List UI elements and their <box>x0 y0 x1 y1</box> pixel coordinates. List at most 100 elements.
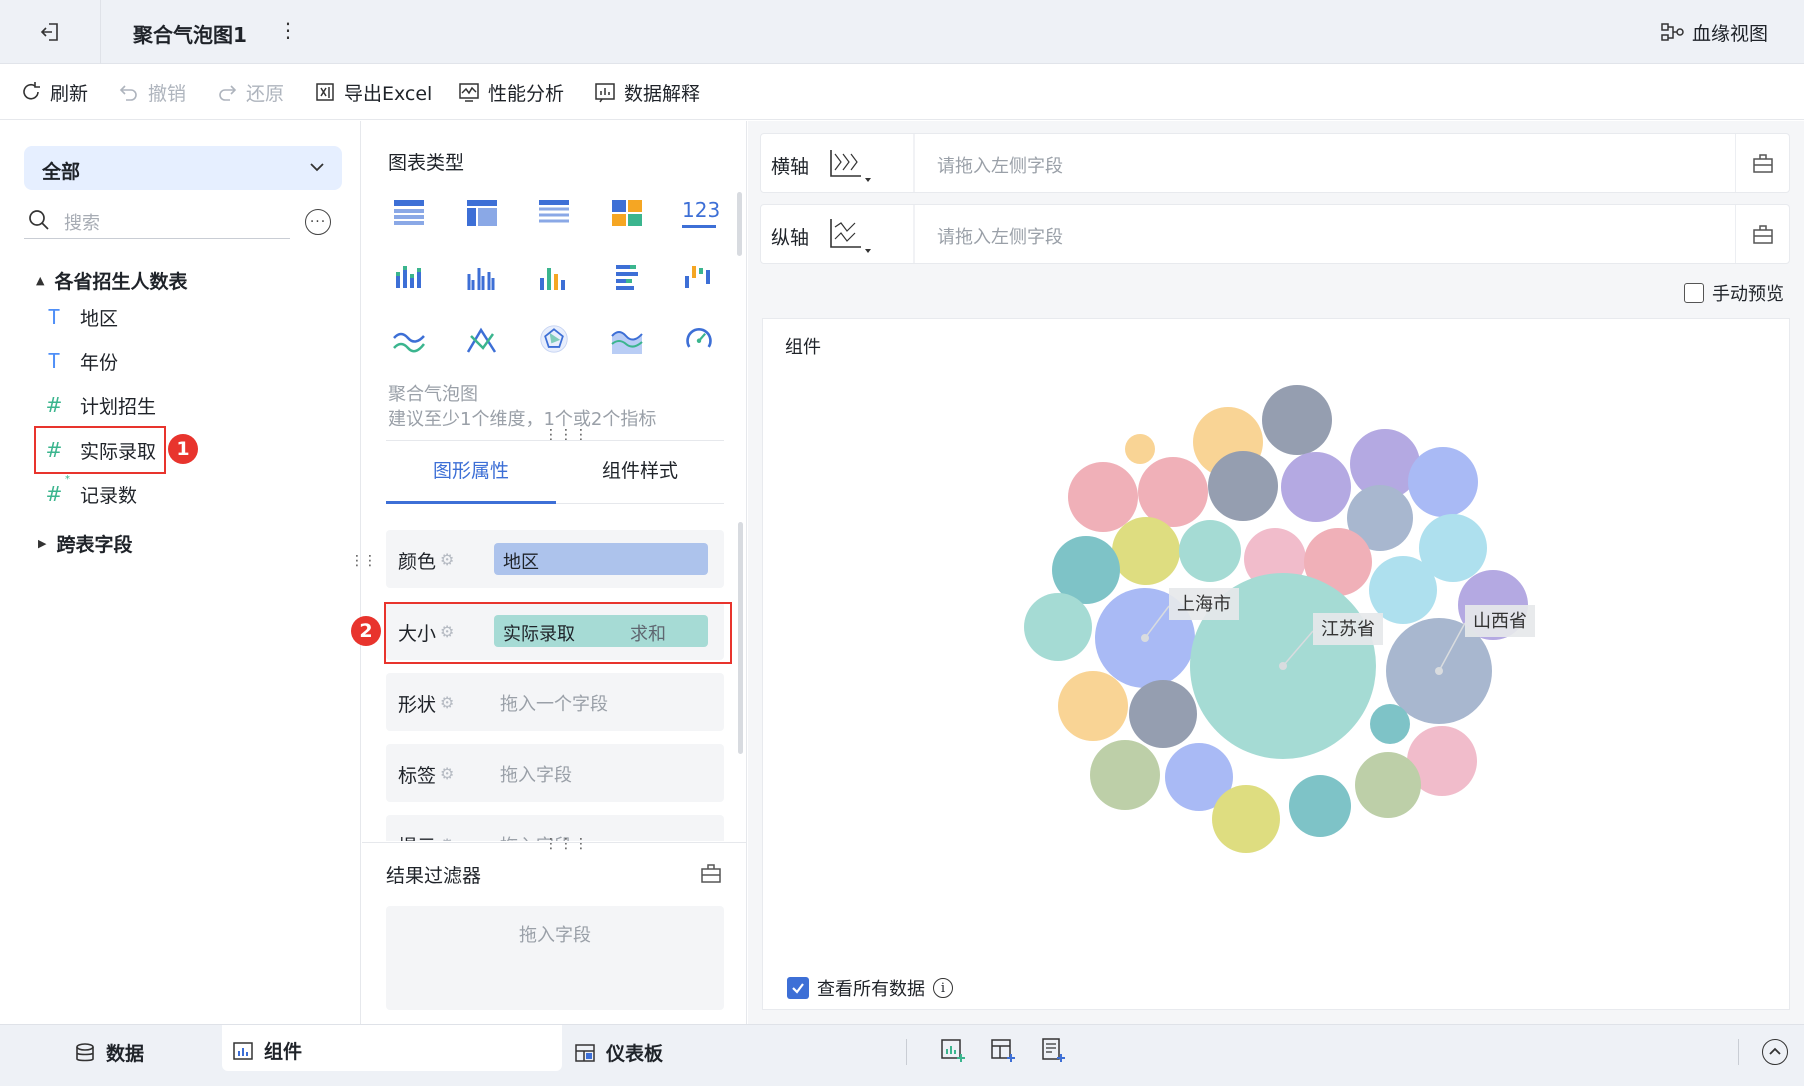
bubble[interactable] <box>1068 462 1138 532</box>
stacked-bar-icon[interactable] <box>392 262 426 292</box>
field-item-planned[interactable]: # 计划招生 <box>44 390 156 420</box>
table-node[interactable]: ▲ 各省招生人数表 <box>36 267 187 294</box>
bubble[interactable] <box>1129 680 1197 748</box>
search-input[interactable]: 搜索 <box>64 209 100 235</box>
chart-name: 聚合气泡图 <box>388 384 478 405</box>
tab-graphic-properties[interactable]: 图形属性 <box>386 456 556 504</box>
table-chart-icon[interactable] <box>392 198 426 228</box>
card-chart-icon[interactable] <box>610 198 644 228</box>
y-axis-label: 纵轴 <box>771 227 810 249</box>
bubble[interactable] <box>1090 740 1160 810</box>
gear-icon[interactable]: ⚙ <box>440 693 454 712</box>
pivot-table-icon[interactable] <box>465 198 499 228</box>
scope-dropdown[interactable]: 全部 <box>24 146 342 190</box>
bubble[interactable] <box>1281 452 1351 522</box>
waterfall-icon[interactable] <box>682 262 716 292</box>
lineage-view-button[interactable]: 血缘视图 <box>1660 18 1768 46</box>
bubble[interactable] <box>1408 447 1478 517</box>
redo-button[interactable]: 还原 <box>216 78 284 106</box>
more-menu-icon[interactable]: ⋮ <box>278 18 298 42</box>
highlight-box-size <box>384 602 732 664</box>
add-dashboard-icon[interactable] <box>990 1037 1016 1063</box>
manual-preview-checkbox[interactable] <box>1684 283 1704 303</box>
gauge-chart-icon[interactable] <box>682 324 716 354</box>
bubble[interactable] <box>1179 520 1241 582</box>
bubble[interactable] <box>1138 457 1208 527</box>
gear-icon[interactable]: ⚙ <box>440 550 454 569</box>
gear-icon[interactable]: ⚙ <box>440 835 454 841</box>
data-explain-button[interactable]: 数据解释 <box>594 78 700 106</box>
y-axis-zone[interactable]: 纵轴 请拖入左侧字段 <box>760 204 1790 264</box>
panel-resize-handle[interactable]: ⋮⋮ <box>350 554 377 568</box>
bottom-tab-dashboard[interactable]: 仪表板 <box>574 1039 663 1066</box>
performance-analysis-button[interactable]: 性能分析 <box>458 78 564 106</box>
tab-label: 组件样式 <box>601 460 678 482</box>
more-options-icon[interactable]: ··· <box>305 209 331 235</box>
bubble[interactable] <box>1208 451 1278 521</box>
export-excel-button[interactable]: 导出Excel <box>314 78 432 106</box>
radar-chart-icon[interactable] <box>537 324 571 354</box>
collapse-up-icon[interactable] <box>1762 1039 1788 1065</box>
excel-icon <box>314 81 336 103</box>
kpi-chart-icon[interactable]: 123 <box>682 198 720 228</box>
bubble[interactable] <box>1024 593 1092 661</box>
search-icon <box>28 209 50 231</box>
x-axis-settings-icon[interactable] <box>1752 152 1774 174</box>
field-search[interactable]: 搜索 <box>24 203 290 239</box>
bubble[interactable] <box>1058 671 1128 741</box>
toolbar: 刷新 撤销 还原 导出Excel 性能分析 数据解释 <box>0 64 1804 120</box>
multi-color-bar-icon[interactable] <box>537 262 571 292</box>
area-chart-icon[interactable] <box>610 326 644 356</box>
prop-color[interactable]: 颜色 ⚙ 地区 <box>386 530 724 588</box>
filter-drop-zone[interactable]: 拖入字段 <box>386 906 724 1010</box>
chart-type-scrollbar[interactable] <box>737 192 742 256</box>
line-chart-icon[interactable] <box>392 326 426 356</box>
prop-label-label: 标签 <box>398 765 437 787</box>
bubble[interactable] <box>1125 434 1155 464</box>
filter-settings-icon[interactable] <box>700 862 722 884</box>
undo-button[interactable]: 撤销 <box>118 78 186 106</box>
refresh-button[interactable]: 刷新 <box>20 78 88 106</box>
y-axis-placeholder: 请拖入左侧字段 <box>937 227 1063 248</box>
view-all-label: 查看所有数据 <box>817 979 925 1000</box>
field-item-year[interactable]: T 年份 <box>44 346 118 376</box>
bottom-tab-data[interactable]: 数据 <box>74 1039 144 1066</box>
view-all-data-toggle[interactable]: 查看所有数据 i <box>787 975 953 1001</box>
horizontal-bar-icon[interactable] <box>610 262 644 292</box>
bubble[interactable] <box>1112 517 1180 585</box>
y-axis-settings-icon[interactable] <box>1752 223 1774 245</box>
bubble-label-text: 上海市 <box>1177 594 1231 615</box>
bottom-tab-component[interactable]: 组件 <box>222 1025 562 1071</box>
bubble[interactable] <box>1355 752 1421 818</box>
view-all-checkbox[interactable] <box>787 977 809 999</box>
prop-label[interactable]: 标签 ⚙ 拖入字段 <box>386 744 724 802</box>
prop-shape[interactable]: 形状 ⚙ 拖入一个字段 <box>386 673 724 731</box>
cross-table-node[interactable]: ▶ 跨表字段 <box>38 530 132 557</box>
gear-icon[interactable]: ⚙ <box>440 764 454 783</box>
x-axis-type-icon[interactable] <box>827 148 871 184</box>
add-report-icon[interactable] <box>1040 1037 1066 1063</box>
bubble[interactable] <box>1370 704 1410 744</box>
add-component-icon[interactable] <box>940 1037 966 1063</box>
page-title: 聚合气泡图1 <box>133 23 247 47</box>
back-icon[interactable] <box>38 20 64 44</box>
x-axis-zone[interactable]: 横轴 请拖入左侧字段 <box>760 133 1790 193</box>
y-axis-type-icon[interactable] <box>827 217 871 255</box>
resize-handle-filter[interactable]: ⋮⋮⋮ <box>544 836 589 852</box>
color-field-pill[interactable]: 地区 <box>494 543 708 575</box>
radar-line-icon[interactable] <box>465 326 499 356</box>
caret-down-icon: ▲ <box>36 274 45 287</box>
manual-preview-toggle[interactable]: 手动预览 <box>1684 280 1784 306</box>
field-item-record-count[interactable]: # * 记录数 <box>44 474 137 509</box>
grouped-bar-icon[interactable] <box>465 262 499 292</box>
bubble-label-text: 江苏省 <box>1321 619 1375 640</box>
bubble[interactable] <box>1262 385 1332 455</box>
undo-icon <box>118 81 140 103</box>
bubble[interactable] <box>1289 775 1351 837</box>
field-item-region[interactable]: T 地区 <box>44 302 118 332</box>
info-icon[interactable]: i <box>933 978 953 998</box>
tab-component-style[interactable]: 组件样式 <box>556 456 724 504</box>
bubble[interactable] <box>1212 785 1280 853</box>
detail-table-icon[interactable] <box>537 198 571 228</box>
props-scrollbar[interactable] <box>738 522 743 754</box>
